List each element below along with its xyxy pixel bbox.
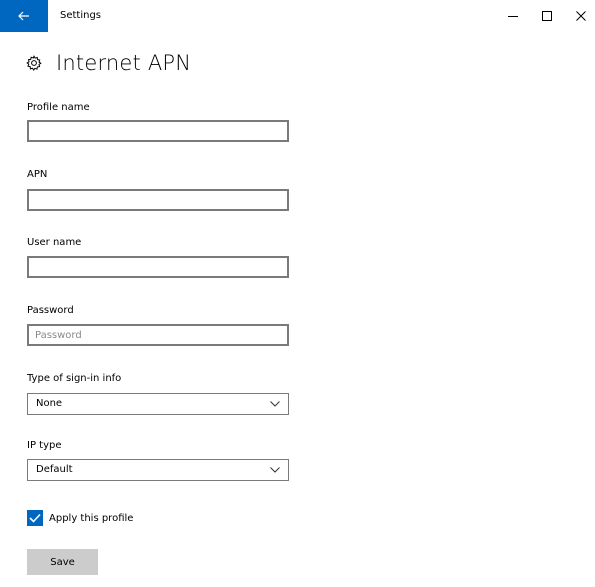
close-button[interactable] — [564, 0, 595, 32]
maximize-icon — [542, 11, 552, 21]
ip-type-dropdown[interactable]: Default — [27, 459, 289, 481]
apply-profile-label: Apply this profile — [49, 512, 134, 524]
profile-name-label: Profile name — [27, 102, 90, 113]
maximize-button[interactable] — [530, 0, 564, 32]
settings-window: Settings Internet APN Profile name APN U… — [0, 0, 595, 587]
title-bar: Settings — [0, 0, 595, 32]
minimize-button[interactable] — [496, 0, 530, 32]
app-title: Settings — [60, 10, 102, 21]
ip-type-label: IP type — [27, 440, 62, 451]
sign-in-type-dropdown[interactable]: None — [27, 393, 289, 415]
minimize-icon — [508, 16, 518, 17]
save-button[interactable]: Save — [27, 549, 98, 575]
page-header: Internet APN — [26, 49, 191, 77]
back-arrow-icon — [18, 11, 29, 21]
password-input[interactable] — [27, 324, 289, 346]
gear-icon — [26, 55, 42, 71]
sign-in-type-label: Type of sign-in info — [27, 373, 122, 384]
user-name-label: User name — [27, 237, 82, 248]
user-name-input[interactable] — [27, 256, 289, 278]
apply-profile-row[interactable]: Apply this profile — [27, 510, 133, 526]
profile-name-input[interactable] — [27, 120, 289, 142]
apply-profile-checkbox[interactable] — [27, 510, 43, 526]
apn-input[interactable] — [27, 189, 289, 211]
apn-label: APN — [27, 169, 48, 180]
chevron-down-icon — [270, 401, 280, 407]
sign-in-type-value: None — [36, 398, 63, 409]
page-title: Internet APN — [56, 51, 192, 75]
chevron-down-icon — [270, 467, 280, 473]
close-icon — [576, 11, 586, 21]
back-button[interactable] — [0, 0, 48, 32]
ip-type-value: Default — [36, 464, 73, 475]
checkmark-icon — [29, 513, 41, 523]
password-label: Password — [27, 305, 74, 316]
